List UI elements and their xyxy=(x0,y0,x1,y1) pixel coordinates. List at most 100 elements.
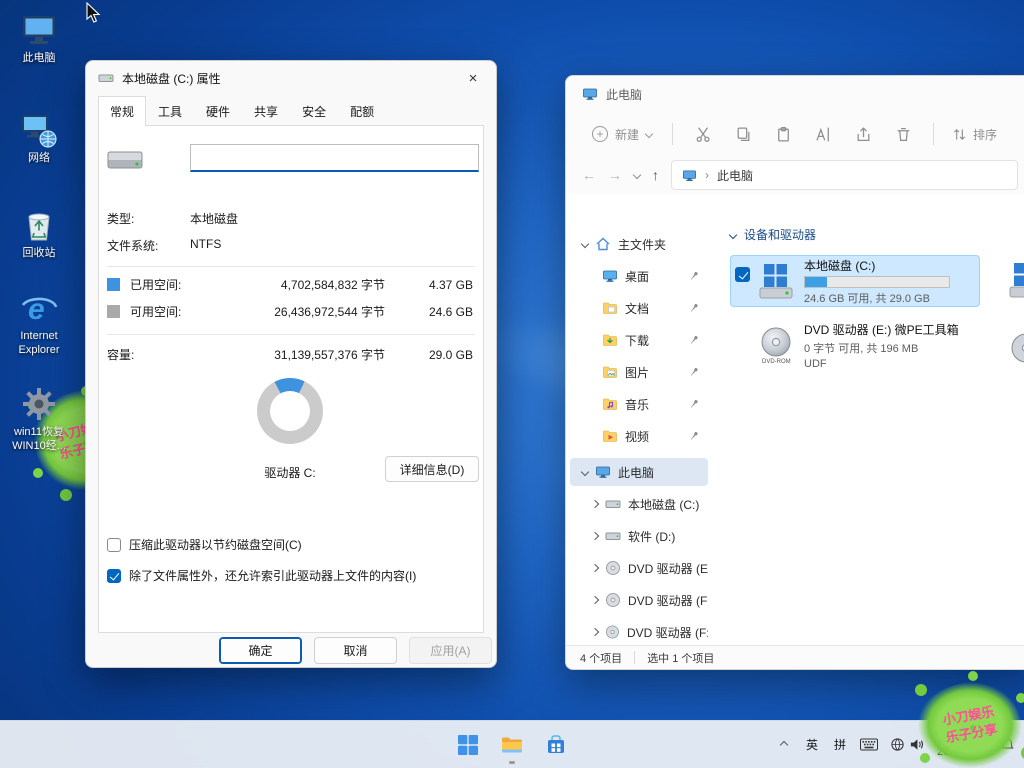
ok-button[interactable]: 确定 xyxy=(219,637,302,664)
free-space-row: 可用空间: 26,436,972,544 字节 24.6 GB xyxy=(107,303,473,320)
chevron-down-icon xyxy=(645,130,653,138)
tab-hardware[interactable]: 硬件 xyxy=(194,96,242,126)
touch-keyboard-button[interactable] xyxy=(855,725,883,765)
share-button[interactable] xyxy=(843,118,883,150)
selection-checkbox[interactable] xyxy=(735,267,750,282)
dialog-tabs: 常规 工具 硬件 共享 安全 配额 xyxy=(86,95,496,125)
sidebar-item-music[interactable]: 音乐 xyxy=(570,390,708,418)
paste-button[interactable] xyxy=(763,118,803,150)
sidebar-item-pictures[interactable]: 图片 xyxy=(570,358,708,386)
tab-tools[interactable]: 工具 xyxy=(146,96,194,126)
chevron-up-icon xyxy=(780,740,788,748)
breadcrumb[interactable]: › 此电脑 xyxy=(671,160,1018,190)
copy-icon xyxy=(735,126,752,143)
desktop-icon-internet-explorer[interactable]: e Internet Explorer xyxy=(0,288,78,358)
new-button[interactable]: + 新建 xyxy=(582,120,662,149)
used-bytes: 4,702,584,832 字节 xyxy=(208,276,385,293)
desktop-folder-icon xyxy=(602,268,618,284)
svg-text:DVD-ROM: DVD-ROM xyxy=(762,359,791,365)
running-indicator xyxy=(509,761,515,764)
desktop-icon-recycle-bin[interactable]: 回收站 xyxy=(0,205,78,261)
copy-button[interactable] xyxy=(723,118,763,150)
plus-icon: + xyxy=(592,126,608,142)
keyboard-icon xyxy=(860,738,878,751)
cancel-button[interactable]: 取消 xyxy=(314,637,397,664)
ime-mode-pinyin[interactable]: 拼 xyxy=(827,725,853,765)
sidebar-item-label: 本地磁盘 (C:) xyxy=(628,496,699,513)
sidebar-item-label: 图片 xyxy=(625,364,649,381)
sidebar-item-this-pc[interactable]: 此电脑 xyxy=(570,458,708,486)
apply-button[interactable]: 应用(A) xyxy=(409,637,492,664)
sidebar-item-documents[interactable]: 文档 xyxy=(570,294,708,322)
tab-sharing[interactable]: 共享 xyxy=(242,96,290,126)
taskbar-store-button[interactable] xyxy=(536,725,576,765)
explorer-toolbar: + 新建 排序 xyxy=(566,112,1024,156)
tile-partial[interactable] xyxy=(1006,260,1024,304)
microsoft-store-icon xyxy=(544,733,568,757)
tray-chevron-up[interactable] xyxy=(771,725,797,765)
tile-name: 本地磁盘 (C:) xyxy=(804,257,950,274)
details-button[interactable]: 详细信息(D) xyxy=(385,456,479,482)
cut-button[interactable] xyxy=(683,118,723,150)
dvd-tile-e[interactable]: DVD-ROM DVD 驱动器 (E:) 微PE工具箱 0 字节 可用, 共 1… xyxy=(730,319,980,371)
paste-icon xyxy=(775,126,792,143)
chevron-right-icon[interactable] xyxy=(591,596,599,604)
field-type: 类型: 本地磁盘 xyxy=(107,210,238,227)
sidebar-item-drive-c[interactable]: 本地磁盘 (C:) xyxy=(570,490,708,518)
chevron-right-icon[interactable] xyxy=(591,564,599,572)
tile-partial[interactable] xyxy=(1006,330,1024,374)
sidebar-item-home[interactable]: 主文件夹 xyxy=(570,230,708,258)
chevron-right-icon[interactable] xyxy=(591,628,599,636)
used-space-row: 已用空间: 4,702,584,832 字节 4.37 GB xyxy=(107,276,473,293)
delete-button[interactable] xyxy=(883,118,923,150)
toolbar-divider xyxy=(933,123,934,145)
sidebar-item-dvd-f[interactable]: DVD 驱动器 (F xyxy=(570,586,708,614)
sidebar-item-downloads[interactable]: 下载 xyxy=(570,326,708,354)
tab-general[interactable]: 常规 xyxy=(98,96,146,126)
history-chevron-icon[interactable] xyxy=(633,171,641,179)
field-filesystem: 文件系统: NTFS xyxy=(107,237,221,254)
explorer-sidebar: 主文件夹 桌面 文档 下载 图片 xyxy=(566,194,712,645)
compress-checkbox[interactable] xyxy=(107,538,121,552)
new-button-label: 新建 xyxy=(615,126,639,143)
pin-icon xyxy=(688,302,700,314)
compress-checkbox-row[interactable]: 压缩此驱动器以节约磁盘空间(C) xyxy=(107,536,302,553)
section-header-devices[interactable]: 设备和驱动器 xyxy=(730,226,1024,243)
selected-count: 选中 1 个项目 xyxy=(647,650,714,666)
drive-tile-c[interactable]: 本地磁盘 (C:) 24.6 GB 可用, 共 29.0 GB xyxy=(730,255,980,307)
start-button[interactable] xyxy=(448,725,488,765)
index-checkbox-row[interactable]: 除了文件属性外，还允许索引此驱动器上文件的内容(I) xyxy=(107,567,416,584)
up-button[interactable]: ↑ xyxy=(652,167,659,183)
desktop-icon-this-pc[interactable]: 此电脑 xyxy=(0,10,78,66)
breadcrumb-label: 此电脑 xyxy=(717,167,753,184)
dialog-titlebar[interactable]: 本地磁盘 (C:) 属性 × xyxy=(86,61,496,95)
sidebar-item-dvd-e[interactable]: DVD 驱动器 (E xyxy=(570,554,708,582)
back-button[interactable]: ← xyxy=(582,167,596,183)
ime-language-english[interactable]: 英 xyxy=(799,725,825,765)
index-checkbox[interactable] xyxy=(107,569,121,583)
tile-filesystem: UDF xyxy=(804,358,959,370)
chevron-down-icon[interactable] xyxy=(581,468,589,476)
sidebar-item-desktop[interactable]: 桌面 xyxy=(570,262,708,290)
rename-button[interactable] xyxy=(803,118,843,150)
close-icon[interactable]: × xyxy=(450,61,496,95)
tab-quota[interactable]: 配额 xyxy=(338,96,386,126)
desktop-icon-win11-restore[interactable]: win11恢复WIN10经... xyxy=(0,384,78,454)
desktop-icon-network[interactable]: 网络 xyxy=(0,110,78,166)
drive-icon xyxy=(107,148,143,174)
tab-security[interactable]: 安全 xyxy=(290,96,338,126)
desktop-icon-label: 此电脑 xyxy=(0,52,78,66)
sidebar-item-dvd-partial[interactable]: DVD 驱动器 (F:) xyxy=(570,618,708,645)
chevron-down-icon[interactable] xyxy=(581,240,589,248)
volume-label-input[interactable] xyxy=(190,144,479,172)
explorer-titlebar[interactable]: 此电脑 xyxy=(566,76,1024,112)
forward-button[interactable]: → xyxy=(608,167,622,183)
sidebar-item-videos[interactable]: 视频 xyxy=(570,422,708,450)
drive-usage-bar xyxy=(804,276,950,288)
chevron-right-icon[interactable] xyxy=(591,532,599,540)
chevron-right-icon[interactable] xyxy=(591,500,599,508)
divider xyxy=(107,334,475,335)
sidebar-item-drive-d[interactable]: 软件 (D:) xyxy=(570,522,708,550)
sort-button[interactable]: 排序 xyxy=(944,120,1005,149)
taskbar-file-explorer-button[interactable] xyxy=(492,725,532,765)
